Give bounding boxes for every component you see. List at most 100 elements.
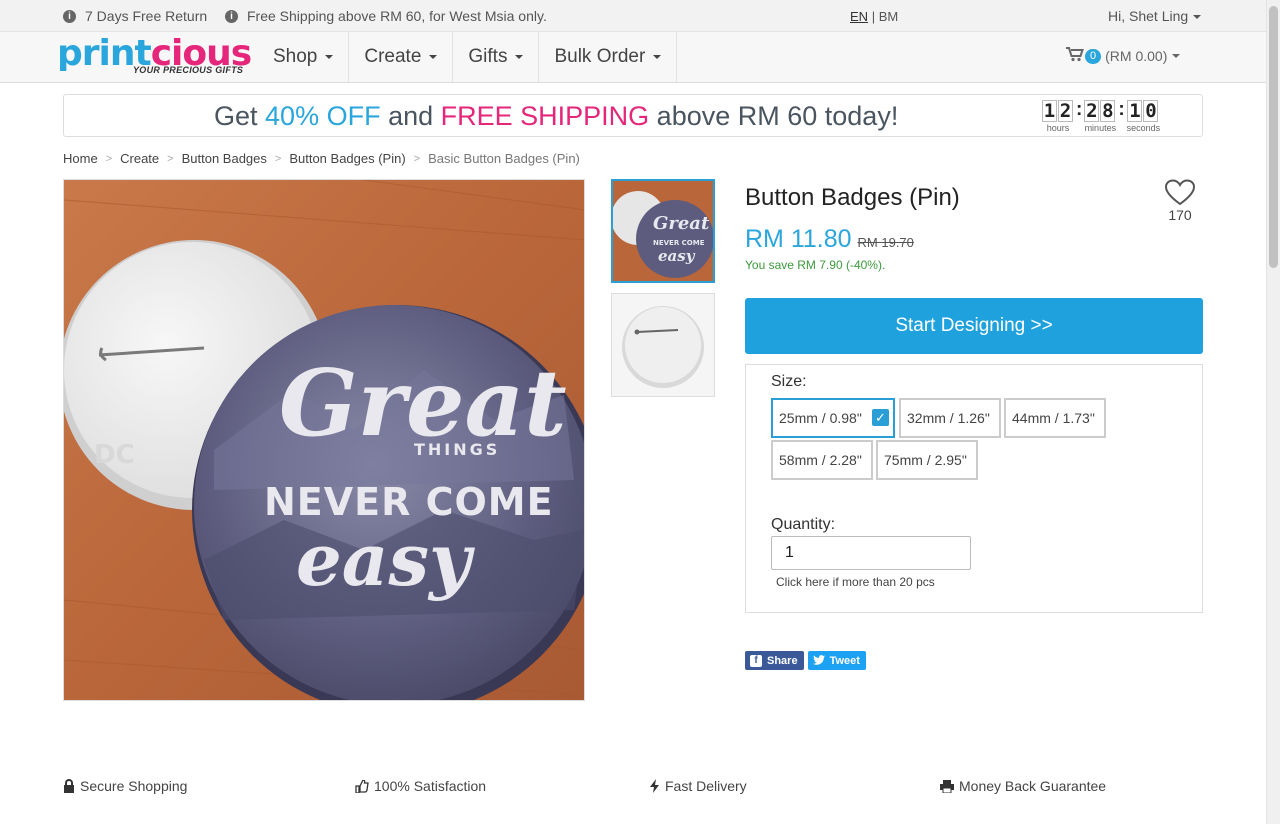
size-option-32mm[interactable]: 32mm / 1.26" [899, 398, 1001, 438]
checkmark-icon: ✓ [872, 409, 889, 426]
timer-minutes-label: minutes [1084, 123, 1117, 133]
size-option-label: 44mm / 1.73" [1012, 410, 1095, 426]
feature-label: 100% Satisfaction [374, 778, 487, 794]
main-navbar: printcious YOUR PRECIOUS GIFTS Shop Crea… [0, 32, 1266, 83]
size-option-label: 32mm / 1.26" [907, 410, 990, 426]
start-designing-button[interactable]: Start Designing >> [745, 298, 1203, 354]
promo-text-3: above RM 60 today! [649, 101, 899, 131]
breadcrumb-home[interactable]: Home [63, 151, 98, 167]
chevron-down-icon [515, 55, 524, 59]
timer-hours: 1 2 hours [1042, 100, 1074, 133]
size-option-44mm[interactable]: 44mm / 1.73" [1004, 398, 1106, 438]
menu-create[interactable]: Create [349, 32, 454, 82]
promo-banner: Get 40% OFF and FREE SHIPPING above RM 6… [63, 94, 1203, 137]
twitter-icon [812, 654, 825, 667]
countdown-timer: 1 2 hours : 2 8 minutes : 1 0 seconds [1042, 100, 1160, 133]
menu-shop[interactable]: Shop [258, 32, 350, 82]
feature-money-back: Money Back Guarantee [940, 778, 1106, 794]
savings-text: You save RM 7.90 (-40%). [745, 258, 886, 272]
user-menu[interactable]: Hi, Shet Ling [1108, 8, 1202, 24]
timer-digit: 8 [1100, 100, 1116, 122]
menu-bulk-order[interactable]: Bulk Order [539, 32, 678, 82]
breadcrumb-separator: > [413, 153, 421, 165]
timer-hours-label: hours [1046, 123, 1070, 133]
chevron-down-icon [1172, 54, 1181, 58]
breadcrumb-button-badges[interactable]: Button Badges [182, 151, 267, 167]
facebook-icon: f [750, 654, 762, 667]
size-option-label: 25mm / 0.98" [779, 410, 862, 426]
timer-colon: : [1076, 99, 1083, 120]
printcious-logo[interactable]: printcious YOUR PRECIOUS GIFTS [57, 37, 252, 79]
facebook-share-label: Share [767, 654, 798, 667]
chevron-down-icon [429, 55, 438, 59]
timer-digit: 2 [1058, 100, 1073, 122]
breadcrumb-button-badges-pin[interactable]: Button Badges (Pin) [289, 151, 405, 167]
cart-button[interactable]: 0 (RM 0.00) [1066, 47, 1181, 65]
timer-seconds-label: seconds [1126, 123, 1161, 133]
menu-create-label: Create [364, 46, 422, 67]
size-option-75mm[interactable]: 75mm / 2.95" [876, 440, 978, 480]
timer-seconds: 1 0 seconds [1126, 100, 1161, 133]
printer-icon [940, 779, 954, 793]
bolt-icon [650, 779, 660, 793]
feature-label: Fast Delivery [665, 778, 747, 794]
menu-bulk-order-label: Bulk Order [554, 46, 646, 67]
quantity-input[interactable] [771, 536, 971, 570]
info-icon: i [63, 9, 76, 23]
thumbs-up-icon [355, 779, 369, 793]
free-shipping-text: Free Shipping above RM 60, for West Msia… [247, 8, 547, 24]
quantity-label: Quantity: [771, 516, 836, 533]
chevron-down-icon [1193, 15, 1202, 20]
breadcrumb-create[interactable]: Create [120, 151, 159, 167]
info-icon: i [225, 9, 238, 23]
breadcrumb-current: Basic Button Badges (Pin) [428, 151, 580, 166]
timer-digit: 1 [1127, 100, 1143, 122]
feature-label: Money Back Guarantee [959, 778, 1107, 794]
size-option-25mm[interactable]: 25mm / 0.98" ✓ [771, 398, 895, 438]
lock-icon [63, 779, 75, 793]
heart-icon [1164, 179, 1196, 206]
wishlist-button[interactable]: 170 [1162, 179, 1198, 223]
cart-count-badge: 0 [1085, 48, 1102, 64]
timer-colon: : [1118, 99, 1125, 120]
main-menu: Shop Create Gifts Bulk Order [258, 32, 678, 82]
free-shipping-notice: i Free Shipping above RM 60, for West Ms… [225, 8, 547, 24]
size-option-58mm[interactable]: 58mm / 2.28" [771, 440, 873, 480]
feature-satisfaction: 100% Satisfaction [355, 778, 486, 794]
facebook-share-button[interactable]: f Share [745, 651, 804, 670]
menu-gifts-label: Gifts [468, 46, 508, 67]
lang-en-link[interactable]: EN [850, 9, 868, 24]
timer-digit: 0 [1143, 100, 1159, 122]
current-price: RM 11.80 [745, 225, 852, 253]
breadcrumb-separator: > [167, 153, 174, 165]
original-price: RM 19.70 [857, 235, 914, 250]
timer-digit: 2 [1084, 100, 1100, 122]
svg-text:easy: easy [658, 247, 696, 265]
product-title: Button Badges (Pin) [745, 184, 960, 211]
page-scrollbar[interactable] [1266, 0, 1280, 824]
svg-text:NEVER COME: NEVER COME [653, 239, 705, 247]
lang-separator: | [871, 9, 876, 24]
timer-minutes: 2 8 minutes [1084, 100, 1116, 133]
social-share: f Share Tweet [745, 651, 870, 670]
cart-total: (RM 0.00) [1105, 48, 1168, 64]
scrollbar-thumb[interactable] [1269, 6, 1278, 268]
promo-free-shipping: FREE SHIPPING [440, 101, 650, 131]
product-thumbnail-back[interactable] [611, 293, 715, 397]
promo-headline: Get 40% OFF and FREE SHIPPING above RM 6… [214, 101, 898, 132]
bulk-quantity-link[interactable]: Click here if more than 20 pcs [776, 575, 935, 589]
promo-text-1: Get [214, 101, 266, 131]
badge-text-things: THINGS [414, 440, 500, 459]
cart-icon [1066, 47, 1084, 65]
user-greeting: Hi, Shet Ling [1108, 8, 1189, 24]
twitter-tweet-button[interactable]: Tweet [807, 651, 866, 670]
menu-gifts[interactable]: Gifts [453, 32, 540, 82]
breadcrumb-separator: > [105, 153, 113, 165]
feature-secure-shopping: Secure Shopping [63, 778, 187, 794]
menu-shop-label: Shop [273, 46, 318, 67]
lang-bm-link[interactable]: BM [879, 9, 899, 24]
twitter-tweet-label: Tweet [829, 654, 860, 667]
language-switcher: EN | BM [850, 9, 898, 24]
size-option-label: 58mm / 2.28" [779, 452, 862, 468]
product-thumbnail-front[interactable]: Great NEVER COME easy [611, 179, 715, 283]
